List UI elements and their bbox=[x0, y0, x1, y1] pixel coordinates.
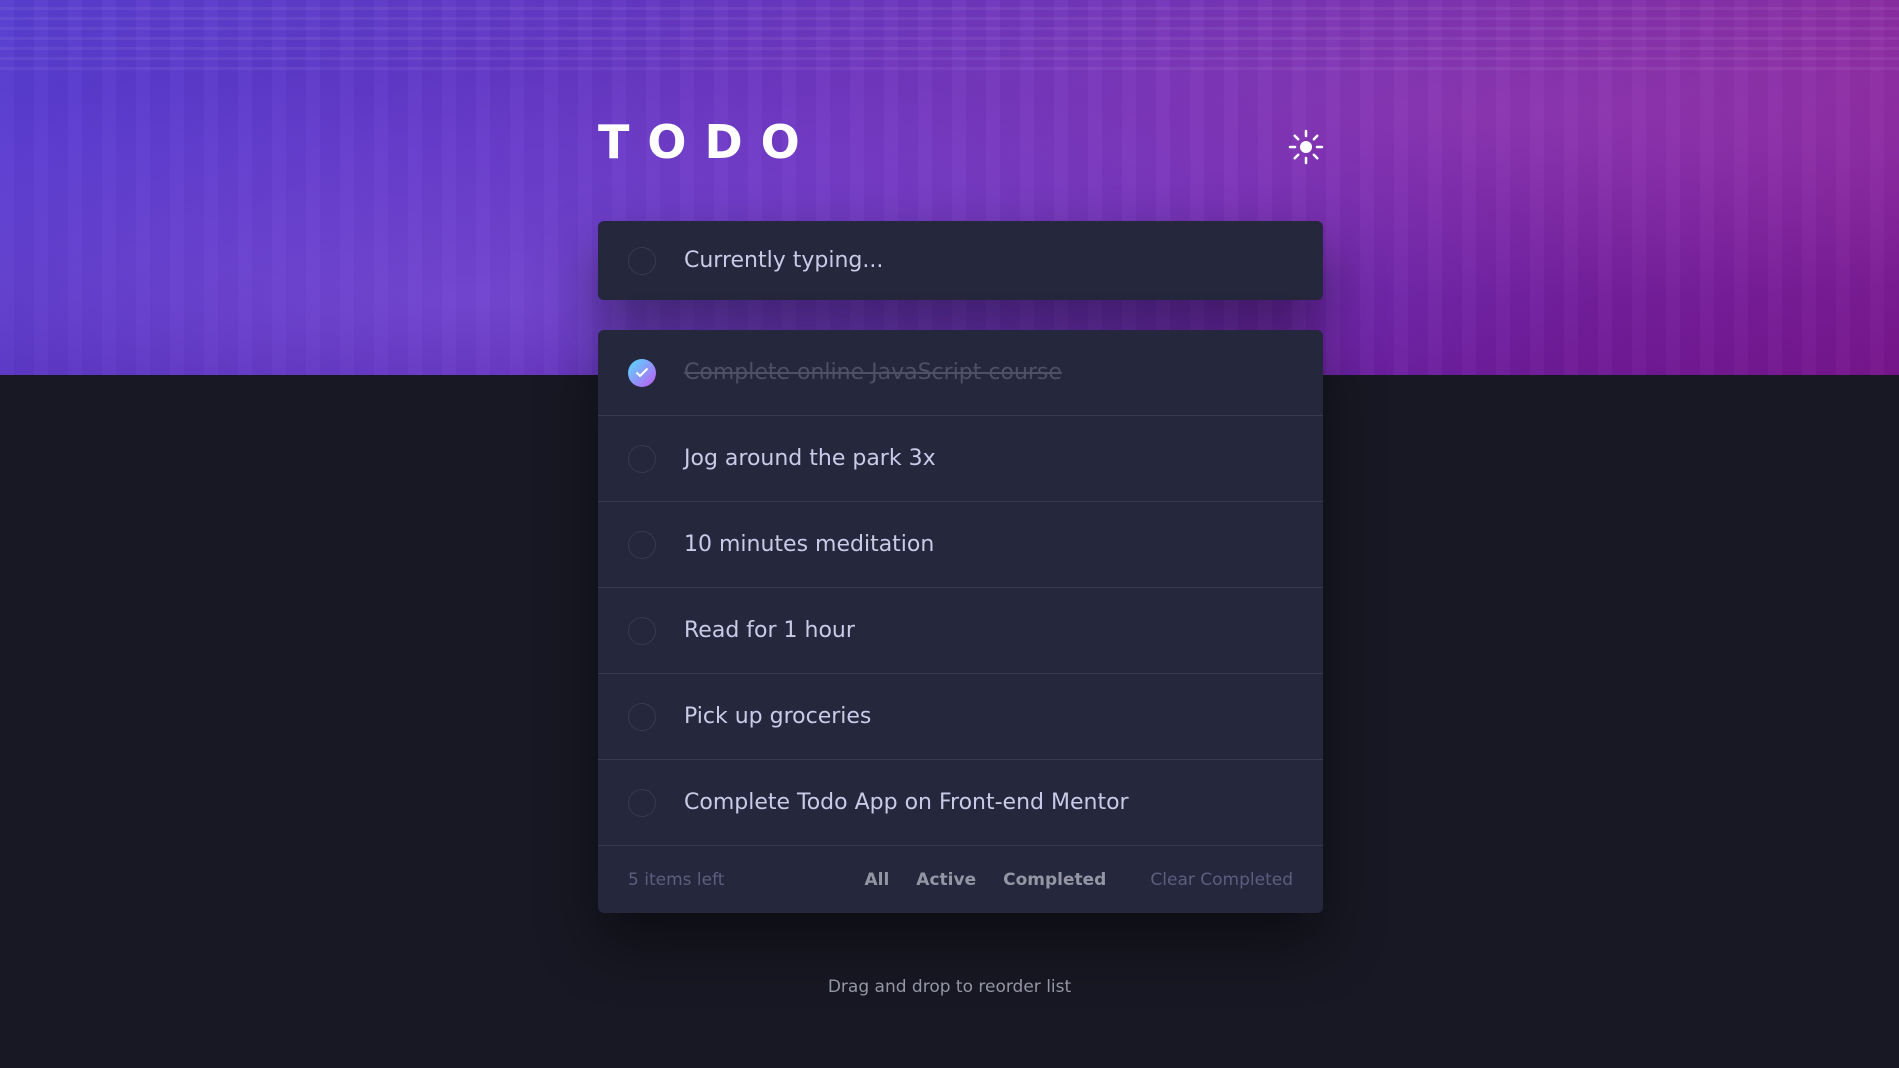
sun-icon bbox=[1288, 129, 1324, 165]
todo-item[interactable]: 10 minutes meditation bbox=[598, 502, 1323, 588]
reorder-hint: Drag and drop to reorder list bbox=[827, 977, 1072, 997]
todo-checkbox[interactable] bbox=[628, 444, 656, 473]
new-todo-bar bbox=[598, 221, 1323, 300]
filter-active[interactable]: Active bbox=[916, 870, 976, 890]
todo-checkbox[interactable] bbox=[628, 702, 656, 731]
theme-toggle-button[interactable] bbox=[1288, 127, 1324, 167]
todo-item[interactable]: Read for 1 hour bbox=[598, 588, 1323, 674]
check-icon bbox=[635, 367, 649, 378]
todo-checkbox[interactable] bbox=[628, 616, 656, 645]
todo-item[interactable]: Complete online JavaScript course bbox=[598, 330, 1323, 416]
todo-item[interactable]: Jog around the park 3x bbox=[598, 416, 1323, 502]
todo-item[interactable]: Pick up groceries bbox=[598, 674, 1323, 760]
todo-checkbox[interactable] bbox=[628, 788, 656, 817]
header-background-image bbox=[0, 0, 1899, 375]
clear-completed-button[interactable]: Clear Completed bbox=[1150, 870, 1293, 890]
todo-text: 10 minutes meditation bbox=[684, 532, 935, 557]
todo-text: Pick up groceries bbox=[684, 704, 872, 729]
filter-completed[interactable]: Completed bbox=[1003, 870, 1106, 890]
new-todo-input[interactable] bbox=[684, 240, 1323, 281]
todo-text: Complete online JavaScript course bbox=[684, 360, 1062, 385]
filter-group: All Active Completed bbox=[864, 870, 1106, 890]
items-left-count: 5 items left bbox=[628, 869, 725, 890]
todo-checkbox[interactable] bbox=[628, 530, 656, 559]
todo-text: Read for 1 hour bbox=[684, 618, 855, 643]
list-footer: 5 items left All Active Completed Clear … bbox=[598, 846, 1323, 913]
todo-text: Jog around the park 3x bbox=[684, 446, 936, 471]
todo-item[interactable]: Complete Todo App on Front-end Mentor bbox=[598, 760, 1323, 846]
todo-checkbox-checked[interactable] bbox=[628, 358, 656, 387]
todo-text: Complete Todo App on Front-end Mentor bbox=[684, 790, 1129, 815]
new-todo-check-circle[interactable] bbox=[628, 246, 656, 275]
filter-all[interactable]: All bbox=[864, 870, 889, 890]
app-title: TODO bbox=[598, 115, 818, 169]
todo-list: Complete online JavaScript course Jog ar… bbox=[598, 330, 1323, 913]
